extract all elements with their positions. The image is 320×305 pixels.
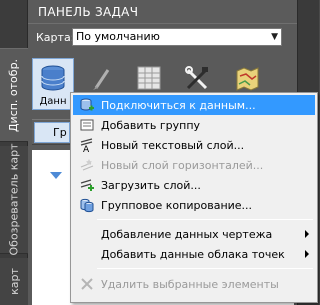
map-select[interactable]: По умолчанию ▼ bbox=[72, 28, 282, 46]
menu-item-load-layer[interactable]: Загрузить слой... bbox=[73, 175, 315, 195]
text-layer-icon: A bbox=[78, 136, 96, 154]
group-button-label: Гр bbox=[53, 126, 67, 139]
map-select-value: По умолчанию bbox=[76, 30, 160, 43]
submenu-arrow-icon bbox=[305, 230, 309, 238]
delete-icon bbox=[78, 275, 96, 293]
menu-item-new-contour-layer[interactable]: Новый слой горизонталей... bbox=[73, 155, 315, 175]
map-label: Карта: bbox=[36, 30, 75, 44]
blank-icon bbox=[78, 245, 96, 263]
menu-separator bbox=[97, 219, 313, 220]
tab-map-book[interactable]: карт bbox=[0, 258, 28, 305]
svg-text:A: A bbox=[83, 145, 90, 153]
tab-map-explorer[interactable]: Обозреватель карт bbox=[0, 143, 28, 256]
context-menu: Подключиться к данным... Добавить группу… bbox=[70, 92, 318, 303]
menu-item-delete-selected[interactable]: Удалить выбранные элементы bbox=[73, 274, 315, 294]
menu-item-add-group[interactable]: Добавить группу bbox=[73, 115, 315, 135]
menu-item-label: Групповое копирование... bbox=[101, 198, 253, 212]
tab-display-manager[interactable]: Дисп. отобр. bbox=[0, 48, 28, 142]
map-icon bbox=[236, 67, 259, 91]
group-button[interactable]: Гр bbox=[34, 122, 70, 143]
menu-item-connect-data[interactable]: Подключиться к данным... bbox=[73, 95, 315, 115]
data-button-label: Данн bbox=[39, 96, 67, 107]
side-tab-strip: Дисп. отобр. Обозреватель карт карт bbox=[0, 0, 28, 305]
contour-layer-icon bbox=[78, 156, 96, 174]
blank-icon bbox=[78, 225, 96, 243]
menu-item-label: Новый слой горизонталей... bbox=[101, 158, 264, 172]
menu-item-bulk-copy[interactable]: Групповое копирование... bbox=[73, 195, 315, 215]
bulk-copy-icon bbox=[78, 196, 96, 214]
menu-item-label: Добавить группу bbox=[101, 118, 201, 132]
brush-icon bbox=[93, 69, 110, 90]
menu-item-new-text-layer[interactable]: A Новый текстовый слой... bbox=[73, 135, 315, 155]
tools-icon bbox=[185, 66, 208, 90]
map-row: Карта: По умолчанию ▼ bbox=[36, 28, 282, 46]
menu-item-label: Новый текстовый слой... bbox=[101, 138, 245, 152]
add-group-icon bbox=[78, 116, 96, 134]
load-layer-icon bbox=[78, 176, 96, 194]
connect-data-icon bbox=[78, 96, 96, 114]
chevron-down-icon: ▼ bbox=[271, 32, 278, 42]
tab-label: карт bbox=[7, 268, 21, 295]
expand-triangle-icon[interactable] bbox=[50, 172, 62, 179]
tab-label: Обозреватель карт bbox=[7, 143, 21, 256]
database-icon bbox=[41, 65, 65, 91]
menu-item-add-point-cloud[interactable]: Добавить данные облака точек bbox=[73, 244, 315, 264]
submenu-arrow-icon bbox=[305, 250, 309, 258]
menu-item-label: Загрузить слой... bbox=[101, 178, 201, 192]
menu-item-label: Добавить данные облака точек bbox=[101, 247, 285, 261]
menu-item-add-drawing-data[interactable]: Добавление данных чертежа bbox=[73, 224, 315, 244]
table-icon bbox=[137, 66, 161, 90]
menu-separator bbox=[97, 268, 313, 269]
menu-item-label: Удалить выбранные элементы bbox=[101, 277, 279, 291]
tab-label: Дисп. отобр. bbox=[7, 58, 21, 132]
panel-title: ПАНЕЛЬ ЗАДАЧ bbox=[28, 0, 297, 24]
menu-item-label: Добавление данных чертежа bbox=[101, 227, 273, 241]
menu-item-label: Подключиться к данным... bbox=[101, 98, 256, 112]
data-button[interactable]: Данн bbox=[32, 58, 74, 110]
